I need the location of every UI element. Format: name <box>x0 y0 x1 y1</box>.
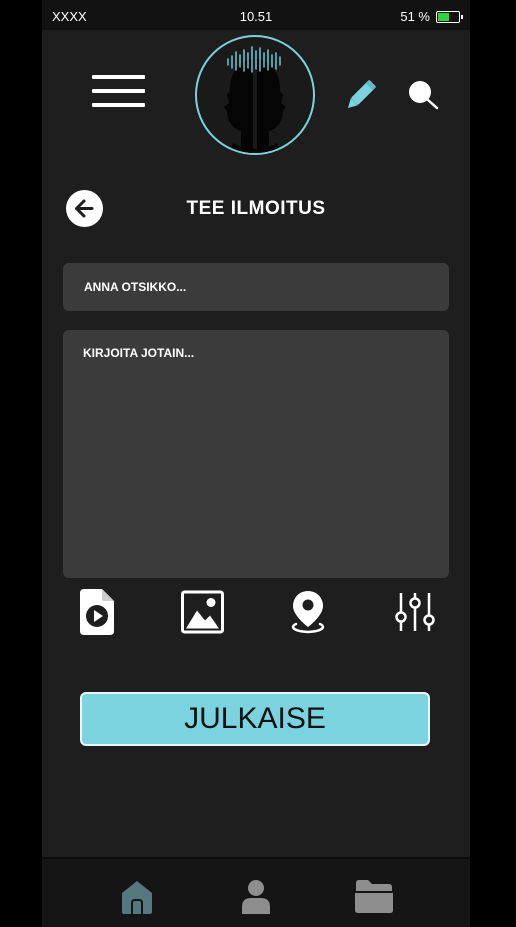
battery-level-fill <box>438 12 450 21</box>
pencil-icon[interactable] <box>340 76 380 116</box>
battery-percent: 51 % <box>400 9 430 24</box>
hamburger-menu-icon[interactable] <box>92 75 145 109</box>
home-icon[interactable] <box>120 879 154 916</box>
search-icon[interactable] <box>406 78 442 114</box>
arrow-left-icon <box>75 199 94 218</box>
title-input[interactable] <box>63 263 449 311</box>
page-title: TEE ILMOITUS <box>186 198 326 219</box>
two-faces-soundwave-logo[interactable] <box>193 33 317 157</box>
video-file-icon[interactable] <box>80 589 114 635</box>
back-button[interactable] <box>66 190 103 227</box>
message-textarea[interactable] <box>63 330 449 578</box>
bottom-navigation <box>42 857 470 927</box>
folder-icon[interactable] <box>354 879 394 914</box>
image-icon[interactable] <box>181 589 224 635</box>
status-bar: XXXX 10.51 51 % <box>42 0 470 30</box>
profile-icon[interactable] <box>240 879 272 914</box>
sliders-icon[interactable] <box>394 589 436 635</box>
location-pin-icon[interactable] <box>290 589 326 635</box>
phone-screen: XXXX 10.51 51 % TEE ILMOITUS ANNA OTSIKK… <box>42 0 470 927</box>
battery-indicator: 51 % <box>400 9 463 24</box>
battery-icon <box>436 10 463 23</box>
publish-button[interactable]: JULKAISE <box>80 692 430 746</box>
